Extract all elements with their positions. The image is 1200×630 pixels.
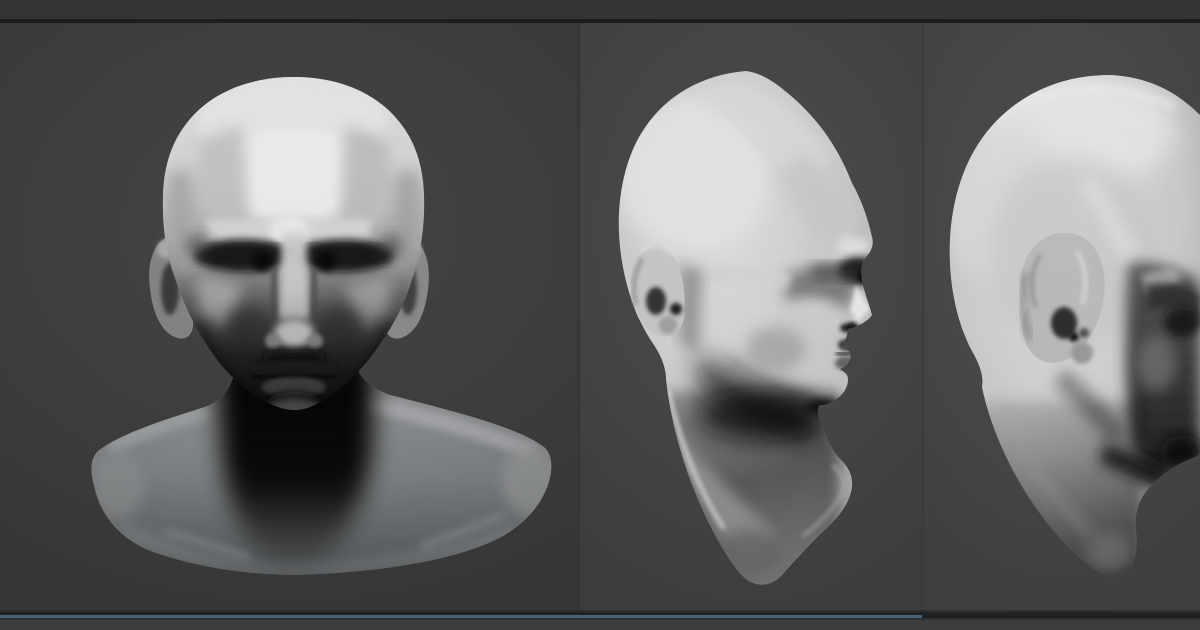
profile-view-head-render	[924, 23, 1200, 610]
viewport-three-quarter-view[interactable]	[578, 23, 922, 610]
viewport-front-view[interactable]	[0, 23, 578, 610]
bottom-status-strip	[0, 610, 1200, 630]
viewport-row	[0, 23, 1200, 610]
front-view-head-render	[0, 23, 578, 610]
three-quarter-view-head-render	[580, 23, 922, 610]
front-head	[160, 71, 428, 424]
three-quarter-head	[612, 71, 882, 596]
bottom-band	[0, 620, 1200, 630]
viewport-profile-view[interactable]	[922, 23, 1200, 610]
profile-head	[944, 73, 1200, 593]
app-window	[0, 0, 1200, 630]
top-toolbar-band	[0, 0, 1200, 19]
